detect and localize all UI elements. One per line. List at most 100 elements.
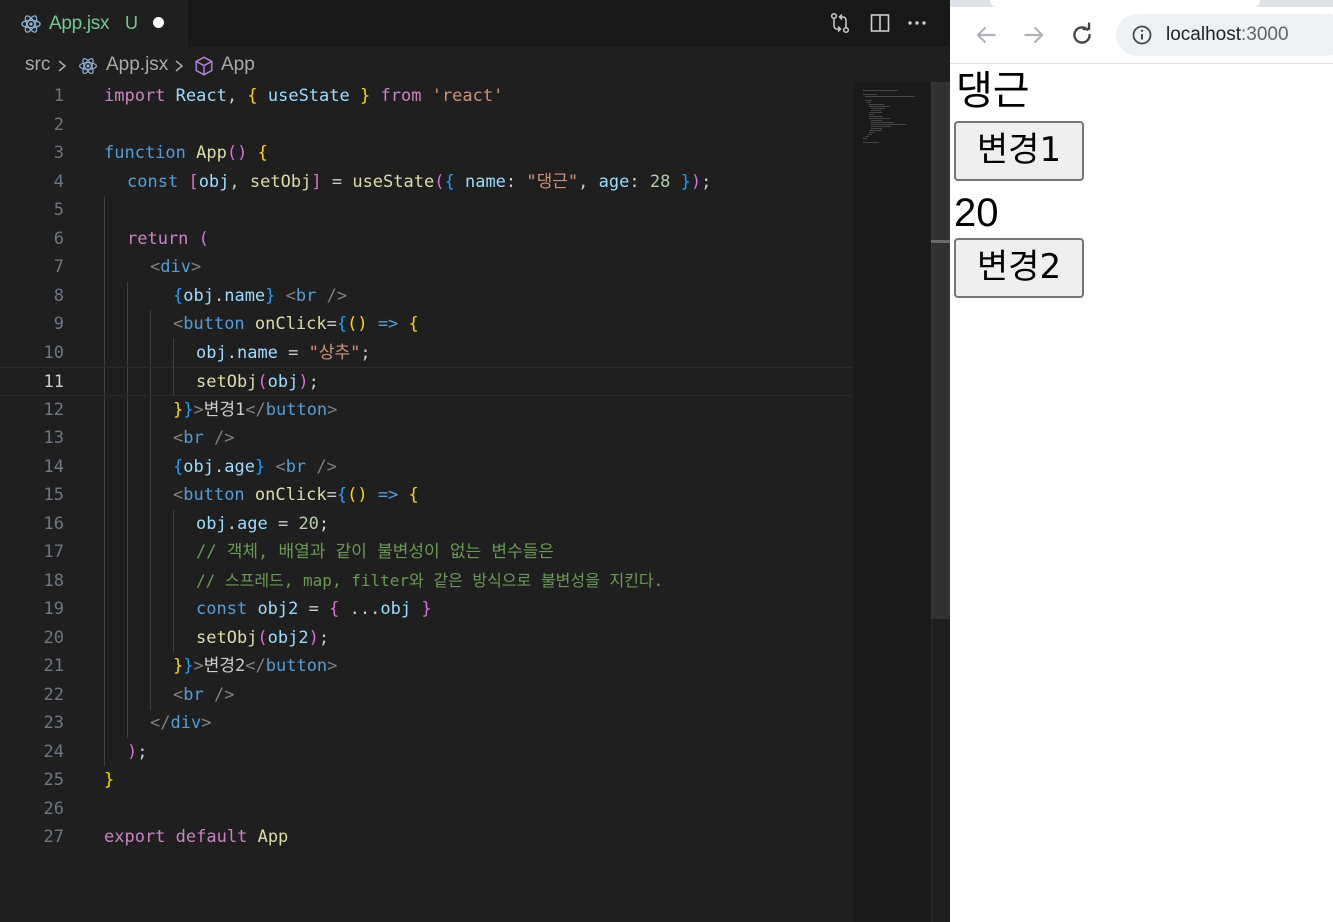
code-token: obj [196,342,227,363]
code-token: obj [267,372,299,392]
code-token: setObj [196,627,258,648]
code-line: 25 } [0,766,853,795]
minimap-line [863,142,880,143]
code-token: 'react' [431,86,504,106]
code-token: ) [298,372,309,392]
editor-tab-bar: App.jsx U [0,0,950,47]
code-token: default [175,827,248,847]
minimap-line [870,128,883,129]
code-token: } [173,399,184,420]
code-area[interactable]: 1 import React, { useState } from 'react… [0,82,853,922]
url-host: localhost [1166,24,1241,45]
line-number: 5 [53,200,64,220]
breadcrumb-folder[interactable]: src [25,54,50,76]
code-token: > [327,399,338,420]
code-token: { [408,314,419,334]
code-token: name [464,171,506,192]
code-token: ... [349,599,381,619]
code-token: = [326,314,337,334]
minimap-line [868,114,875,115]
source-control-compare-icon[interactable] [828,11,852,35]
code-token: age [224,456,255,477]
code-line: 27 export default App [0,823,853,852]
site-info-icon[interactable] [1130,23,1154,47]
breadcrumb-file[interactable]: App.jsx [106,54,168,76]
code-token: { [336,314,348,334]
code-token: useState [352,171,435,192]
more-actions-icon[interactable] [905,11,929,35]
code-token: obj [183,456,214,477]
code-token: obj [196,513,227,534]
back-icon[interactable] [973,22,999,48]
code-token: { [336,485,348,505]
editor-tab-app-jsx[interactable]: App.jsx U [0,0,188,47]
minimap-line [868,104,885,105]
code-token: { [257,143,268,163]
code-token: onClick [254,314,327,334]
minimap-line [868,116,884,117]
split-editor-icon[interactable] [868,11,892,35]
line-number: 16 [43,513,64,534]
minimap-line [870,126,892,127]
code-token: : [629,171,640,192]
code-line: 3 function App() { [0,139,853,168]
code-token: : [505,171,517,192]
code-line: 16 obj.age = 20; [0,510,853,539]
breadcrumb-symbol[interactable]: App [221,54,255,76]
code-token: > [190,257,202,277]
code-token: > [193,399,204,420]
code-token: /> [316,456,337,477]
code-token: } [680,171,691,192]
code-token: ) [127,741,138,762]
code-token: } [183,656,194,676]
minimap-line [863,90,899,91]
change-2-button[interactable]: 변경2 [954,238,1084,298]
code-line: 9 <button onClick={() => { [0,310,853,339]
code-token: } [173,656,184,676]
line-number: 20 [43,627,64,648]
minimap-line [870,122,895,123]
code-token: ; [137,741,148,762]
code-line: 15 <button onClick={() => { [0,481,853,510]
line-number: 17 [43,542,64,562]
code-token: < [275,456,286,477]
code-token: const [127,171,179,192]
code-line: 19 const obj2 = { ...obj } [0,595,853,624]
code-token: ) [690,171,702,192]
scrollbar-thumb[interactable] [931,82,950,619]
code-token: () [226,143,248,163]
minimap-line [864,136,869,137]
code-token: setObj [249,171,312,192]
address-bar[interactable]: localhost:3000 [1116,14,1333,56]
code-token: ; [360,342,371,363]
browser-tab[interactable] [990,0,1260,7]
code-token: [ [188,171,199,192]
code-line: 13 <br /> [0,424,853,453]
change-1-button[interactable]: 변경1 [954,121,1084,181]
code-token: useState [267,86,350,106]
code-line: 12 }}>변경1</button> [0,396,853,425]
code-token: obj [183,285,214,306]
code-token: } [265,285,276,306]
code-line: 20 setObj(obj2); [0,624,853,653]
code-token: div [170,713,202,733]
code-token: age [236,513,268,534]
code-token: return [127,228,189,249]
code-token: age [598,171,630,192]
code-token: button [265,399,328,420]
unsaved-dot-icon[interactable] [153,17,164,28]
reload-icon[interactable] [1069,22,1095,48]
code-token: ] [311,171,322,192]
code-token: } [254,456,266,477]
code-token: 변경1 [203,399,246,420]
code-token: obj2 [267,627,309,648]
minimap[interactable] [853,82,931,922]
code-token: button [265,656,328,676]
minimap-line [868,132,875,133]
code-token: const [196,599,248,619]
forward-icon[interactable] [1021,22,1047,48]
code-token: name [236,342,278,363]
code-line: 22 <br /> [0,681,853,710]
git-status-badge: U [125,13,138,33]
code-token: > [193,656,204,676]
